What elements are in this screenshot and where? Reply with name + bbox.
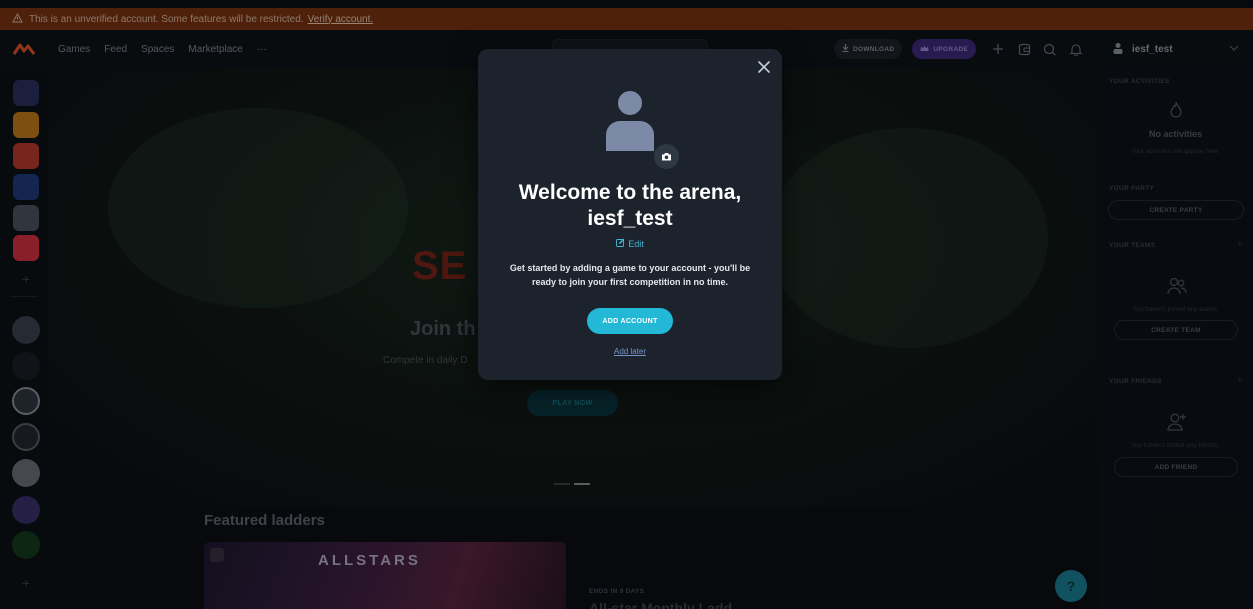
edit-icon [616, 238, 625, 249]
welcome-modal: Welcome to the arena, iesf_test Edit Get… [478, 49, 782, 380]
edit-label: Edit [628, 238, 644, 249]
welcome-description: Get started by adding a game to your acc… [509, 263, 751, 287]
add-later-link[interactable]: Add later [478, 347, 782, 356]
welcome-line-1: Welcome to the arena, [518, 181, 742, 204]
welcome-heading: Welcome to the arena, iesf_test [478, 180, 782, 232]
close-icon[interactable] [756, 59, 772, 75]
edit-username-button[interactable]: Edit [478, 238, 782, 249]
add-account-button[interactable]: ADD ACCOUNT [587, 308, 673, 334]
welcome-line-2: iesf_test [587, 207, 673, 230]
app-root: This is an unverified account. Some feat… [0, 0, 1253, 609]
avatar [603, 89, 657, 151]
camera-icon[interactable] [654, 144, 679, 169]
